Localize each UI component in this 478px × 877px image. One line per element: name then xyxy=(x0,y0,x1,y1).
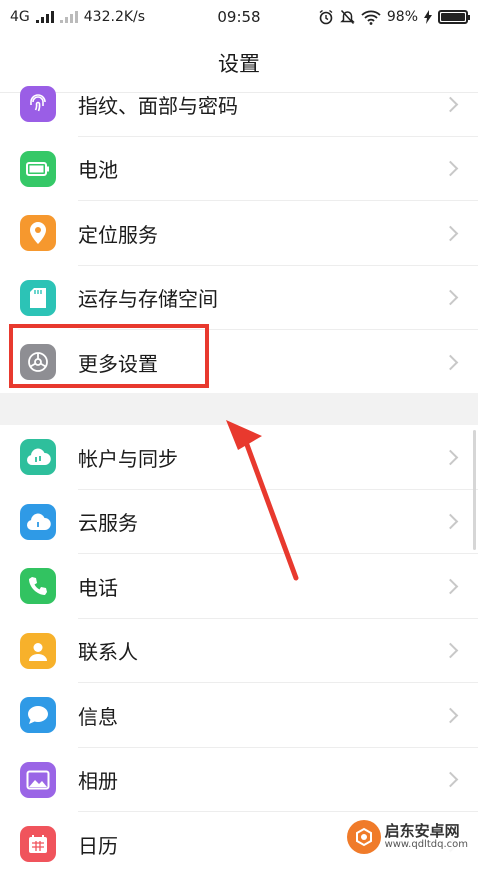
annotation-arrow xyxy=(226,420,299,581)
watermark-title: 启东安卓网 xyxy=(384,821,460,840)
watermark-logo-icon xyxy=(346,820,381,854)
watermark: 启东安卓网 www.qdltdq.com xyxy=(342,818,472,856)
watermark-url: www.qdltdq.com xyxy=(384,838,468,850)
